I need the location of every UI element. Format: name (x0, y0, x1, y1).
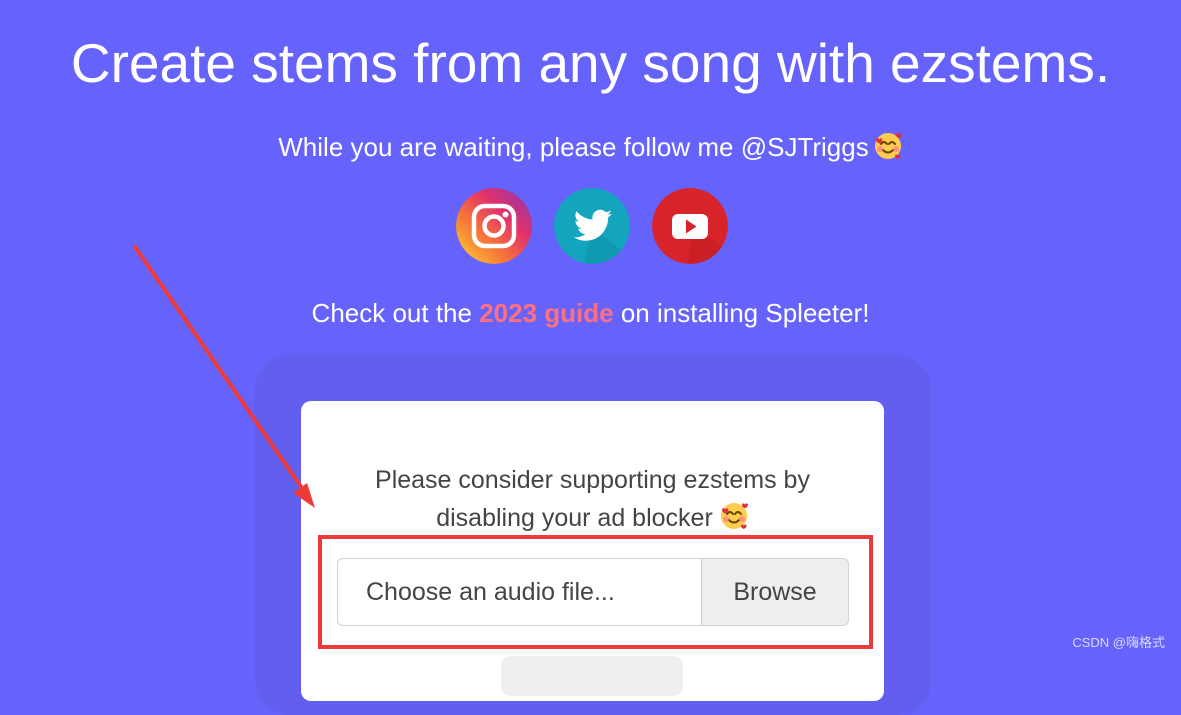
audio-file-input[interactable]: Choose an audio file... Browse (337, 558, 849, 626)
youtube-icon (652, 188, 728, 264)
page-title: Create stems from any song with ezstems. (70, 32, 1111, 94)
ad-blocker-notice-line2: disabling your ad blocker (301, 499, 884, 542)
guide-prefix: Check out the (311, 298, 480, 328)
twitter-icon (554, 188, 630, 264)
upload-button[interactable] (501, 656, 683, 696)
browse-button[interactable]: Browse (701, 559, 848, 625)
guide-link[interactable]: 2023 guide (479, 298, 613, 328)
smiling-face-with-hearts-icon (719, 501, 749, 542)
instagram-icon (456, 188, 532, 264)
audio-file-placeholder: Choose an audio file... (366, 578, 615, 606)
smiling-face-with-hearts-icon (873, 131, 903, 169)
guide-suffix: on installing Spleeter! (613, 298, 870, 328)
ad-blocker-notice-text: disabling your ad blocker (436, 504, 713, 532)
follow-text: While you are waiting, please follow me … (278, 132, 869, 162)
watermark: CSDN @嗨格式 (1072, 635, 1165, 650)
follow-prompt: While you are waiting, please follow me … (0, 130, 1181, 169)
instagram-link[interactable] (456, 188, 532, 264)
upload-card: Please consider supporting ezstems by di… (301, 401, 884, 701)
twitter-link[interactable] (554, 188, 630, 264)
ad-blocker-notice: Please consider supporting ezstems by di… (301, 461, 884, 542)
youtube-link[interactable] (652, 188, 728, 264)
guide-notice: Check out the 2023 guide on installing S… (0, 296, 1181, 330)
ad-blocker-notice-line1: Please consider supporting ezstems by (375, 466, 810, 494)
